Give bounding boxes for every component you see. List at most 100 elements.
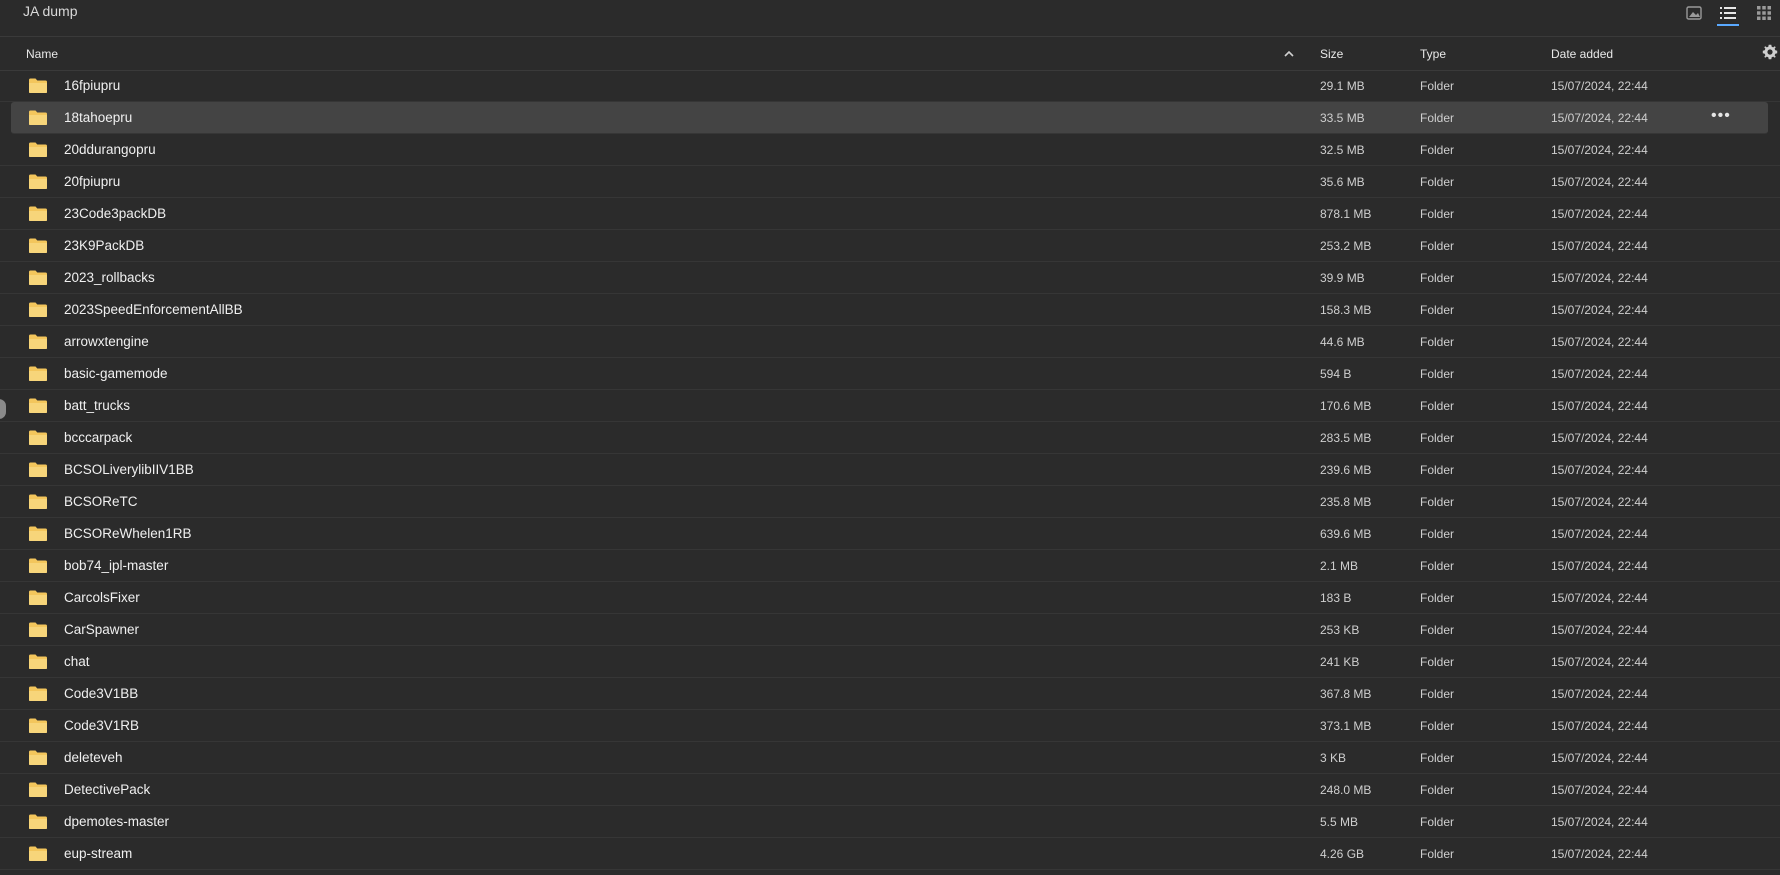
file-list: 16fpiupru 29.1 MB Folder 15/07/2024, 22:44 1… — [0, 70, 1780, 870]
table-row[interactable]: 20ddurangopru 32.5 MB Folder 15/07/2024, 22… — [0, 134, 1780, 166]
row-size: 33.5 MB — [1320, 111, 1365, 125]
row-date: 15/07/2024, 22:44 — [1551, 271, 1648, 285]
row-date: 15/07/2024, 22:44 — [1551, 239, 1648, 253]
row-type: Folder — [1420, 111, 1455, 125]
row-size: 283.5 MB — [1320, 431, 1372, 445]
table-row[interactable]: CarcolsFixer 183 B Folder 15/07/2024, 22:44 — [0, 582, 1780, 614]
table-row[interactable]: bcccarpack 283.5 MB Folder 15/07/2024, 22:4… — [0, 422, 1780, 454]
folder-icon — [28, 269, 48, 289]
folder-icon — [28, 525, 48, 545]
row-size: 367.8 MB — [1320, 687, 1372, 701]
table-row[interactable]: 2023SpeedEnforcementAllBB 158.3 MB Folder 1… — [0, 294, 1780, 326]
row-date: 15/07/2024, 22:44 — [1551, 591, 1648, 605]
image-view-button[interactable] — [1681, 2, 1707, 24]
table-row[interactable]: 18tahoepru 33.5 MB Folder 15/07/2024, 22:44… — [11, 102, 1768, 134]
row-name: 23K9PackDB — [64, 238, 145, 253]
row-type: Folder — [1420, 271, 1455, 285]
row-date: 15/07/2024, 22:44 — [1551, 655, 1648, 669]
row-type: Folder — [1420, 431, 1455, 445]
row-type: Folder — [1420, 751, 1455, 765]
table-row[interactable]: basic-gamemode 594 B Folder 15/07/2024, 22:… — [0, 358, 1780, 390]
table-row[interactable]: 16fpiupru 29.1 MB Folder 15/07/2024, 22:44 — [0, 70, 1780, 102]
row-size: 239.6 MB — [1320, 463, 1372, 477]
folder-icon — [28, 461, 48, 481]
row-name: 20fpiupru — [64, 174, 121, 189]
folder-icon — [28, 749, 48, 769]
row-size: 170.6 MB — [1320, 399, 1372, 413]
folder-icon — [28, 333, 48, 353]
table-row[interactable]: Code3V1RB 373.1 MB Folder 15/07/2024, 22:44 — [0, 710, 1780, 742]
row-date: 15/07/2024, 22:44 — [1551, 847, 1648, 861]
table-row[interactable]: BCSOReTC 235.8 MB Folder 15/07/2024, 22:44 — [0, 486, 1780, 518]
row-name: 18tahoepru — [64, 110, 133, 125]
row-size: 32.5 MB — [1320, 143, 1365, 157]
row-type: Folder — [1420, 847, 1455, 861]
table-row[interactable]: dpemotes-master 5.5 MB Folder 15/07/2024, 2… — [0, 806, 1780, 838]
row-type: Folder — [1420, 623, 1455, 637]
column-header-size[interactable]: Size — [1320, 47, 1343, 61]
row-type: Folder — [1420, 79, 1455, 93]
row-date: 15/07/2024, 22:44 — [1551, 175, 1648, 189]
row-date: 15/07/2024, 22:44 — [1551, 559, 1648, 573]
folder-icon — [28, 653, 48, 673]
table-row[interactable]: chat 241 KB Folder 15/07/2024, 22:44 — [0, 646, 1780, 678]
folder-icon — [28, 237, 48, 257]
row-size: 253.2 MB — [1320, 239, 1372, 253]
table-row[interactable]: BCSOLiverylibIIV1BB 239.6 MB Folder 15/07/2… — [0, 454, 1780, 486]
folder-icon — [28, 813, 48, 833]
gear-icon[interactable] — [1762, 44, 1778, 63]
folder-icon — [28, 365, 48, 385]
grid-view-button[interactable] — [1751, 2, 1777, 24]
row-type: Folder — [1420, 239, 1455, 253]
table-row[interactable]: eup-stream 4.26 GB Folder 15/07/2024, 22:44 — [0, 838, 1780, 870]
chevron-up-icon[interactable] — [1284, 47, 1294, 61]
row-name: batt_trucks — [64, 398, 131, 413]
row-date: 15/07/2024, 22:44 — [1551, 335, 1648, 349]
row-type: Folder — [1420, 207, 1455, 221]
folder-icon — [28, 781, 48, 801]
row-size: 158.3 MB — [1320, 303, 1372, 317]
table-row[interactable]: Code3V1BB 367.8 MB Folder 15/07/2024, 22:44 — [0, 678, 1780, 710]
column-header-name[interactable]: Name — [26, 47, 58, 61]
row-name: DetectivePack — [64, 782, 151, 797]
folder-icon — [28, 397, 48, 417]
row-size: 183 B — [1320, 591, 1352, 605]
table-row[interactable]: CarSpawner 253 KB Folder 15/07/2024, 22:44 — [0, 614, 1780, 646]
row-size: 35.6 MB — [1320, 175, 1365, 189]
column-header-type[interactable]: Type — [1420, 47, 1446, 61]
row-name: CarcolsFixer — [64, 590, 140, 605]
column-header-date[interactable]: Date added — [1551, 47, 1613, 61]
list-view-icon — [1720, 7, 1736, 19]
table-row[interactable]: deleteveh 3 KB Folder 15/07/2024, 22:44 — [0, 742, 1780, 774]
table-row[interactable]: bob74_ipl-master 2.1 MB Folder 15/07/2024, … — [0, 550, 1780, 582]
table-row[interactable]: batt_trucks 170.6 MB Folder 15/07/2024, 22:… — [0, 390, 1780, 422]
list-view-button[interactable] — [1715, 2, 1741, 26]
row-date: 15/07/2024, 22:44 — [1551, 623, 1648, 637]
more-horizontal-icon[interactable]: ••• — [1711, 108, 1731, 124]
row-size: 2.1 MB — [1320, 559, 1359, 573]
row-date: 15/07/2024, 22:44 — [1551, 751, 1648, 765]
row-name: BCSOReWhelen1RB — [64, 526, 192, 541]
row-type: Folder — [1420, 367, 1455, 381]
row-name: 2023SpeedEnforcementAllBB — [64, 302, 243, 317]
table-row[interactable]: 20fpiupru 35.6 MB Folder 15/07/2024, 22:44 — [0, 166, 1780, 198]
table-row[interactable]: 23K9PackDB 253.2 MB Folder 15/07/2024, 22:4… — [0, 230, 1780, 262]
row-type: Folder — [1420, 783, 1455, 797]
row-name: deleteveh — [64, 750, 123, 765]
row-type: Folder — [1420, 559, 1455, 573]
row-type: Folder — [1420, 495, 1455, 509]
row-name: 23Code3packDB — [64, 206, 167, 221]
row-date: 15/07/2024, 22:44 — [1551, 79, 1648, 93]
row-size: 373.1 MB — [1320, 719, 1372, 733]
folder-icon — [28, 109, 48, 129]
row-type: Folder — [1420, 335, 1455, 349]
table-row[interactable]: arrowxtengine 44.6 MB Folder 15/07/2024, 22… — [0, 326, 1780, 358]
row-date: 15/07/2024, 22:44 — [1551, 367, 1648, 381]
table-row[interactable]: BCSOReWhelen1RB 639.6 MB Folder 15/07/2024,… — [0, 518, 1780, 550]
row-type: Folder — [1420, 303, 1455, 317]
table-row[interactable]: 2023_rollbacks 39.9 MB Folder 15/07/2024, 2… — [0, 262, 1780, 294]
table-row[interactable]: 23Code3packDB 878.1 MB Folder 15/07/2024, 2… — [0, 198, 1780, 230]
row-size: 5.5 MB — [1320, 815, 1359, 829]
table-row[interactable]: DetectivePack 248.0 MB Folder 15/07/2024, 2… — [0, 774, 1780, 806]
folder-icon — [28, 141, 48, 161]
